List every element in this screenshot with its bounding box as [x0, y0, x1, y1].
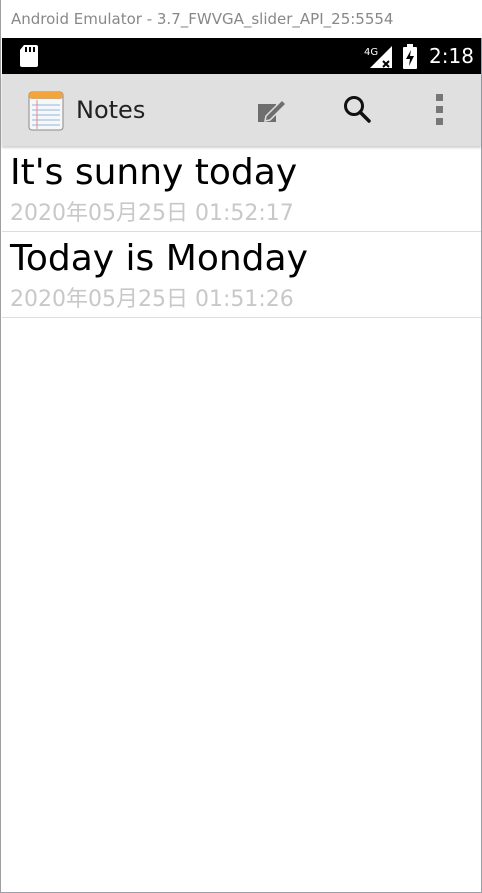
- emulator-frame: Android Emulator - 3.7_FWVGA_slider_API_…: [0, 0, 482, 893]
- search-icon: [344, 96, 371, 123]
- signal-icon: 4G: [364, 44, 394, 74]
- notepad-icon: [28, 91, 64, 135]
- new-note-button[interactable]: [252, 90, 292, 130]
- note-title: It's sunny today: [10, 152, 298, 193]
- app-title: Notes: [76, 96, 146, 124]
- search-button[interactable]: [338, 90, 378, 130]
- note-list-item[interactable]: It's sunny today 2020年05月25日 01:52:17: [2, 146, 481, 232]
- network-type-label: 4G: [364, 47, 378, 58]
- note-title: Today is Monday: [10, 238, 308, 279]
- note-list: It's sunny today 2020年05月25日 01:52:17 To…: [2, 146, 481, 318]
- status-bar: 4G 2:18: [2, 38, 481, 74]
- overflow-menu-icon: [436, 94, 443, 125]
- overflow-menu-button[interactable]: [428, 90, 452, 130]
- status-time: 2:18: [429, 44, 474, 68]
- note-list-item[interactable]: Today is Monday 2020年05月25日 01:51:26: [2, 232, 481, 318]
- sd-card-icon: [18, 44, 40, 72]
- note-date: 2020年05月25日 01:52:17: [10, 201, 294, 226]
- window-title: Android Emulator - 3.7_FWVGA_slider_API_…: [1, 0, 482, 38]
- battery-charging-icon: [402, 44, 418, 74]
- action-bar: Notes: [2, 74, 481, 146]
- new-note-icon: [258, 98, 288, 122]
- note-date: 2020年05月25日 01:51:26: [10, 287, 294, 312]
